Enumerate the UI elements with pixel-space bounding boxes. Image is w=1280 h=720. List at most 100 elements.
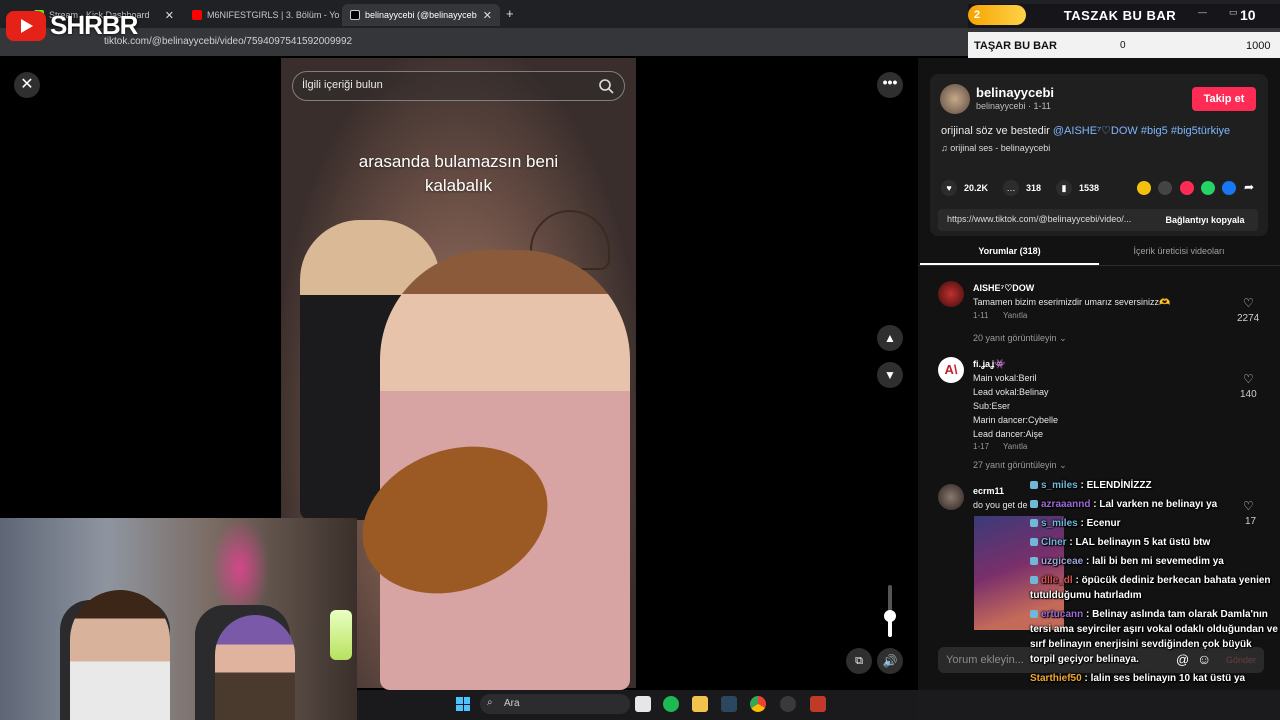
new-tab-button[interactable]: + bbox=[506, 6, 514, 21]
copy-link-button[interactable]: Bağlantıyı kopyala bbox=[1152, 209, 1258, 231]
next-video-button[interactable]: ▼ bbox=[877, 362, 903, 388]
picture-in-picture-icon[interactable]: ⧉ bbox=[846, 648, 872, 674]
comment-placeholder[interactable]: Yorum ekleyin... bbox=[946, 654, 1024, 666]
save-count: 1538 bbox=[1079, 183, 1100, 193]
whatsapp-icon[interactable] bbox=[1201, 181, 1215, 195]
chat-message: s_miles : ELENDİNİZZZ bbox=[1030, 478, 1278, 493]
scoreboard-max: 1000 bbox=[1246, 40, 1271, 52]
avatar[interactable] bbox=[940, 84, 970, 114]
mention-link[interactable]: @AISHE⁷♡DOW bbox=[1053, 125, 1138, 137]
send-icon[interactable] bbox=[1180, 181, 1194, 195]
comment-avatar[interactable] bbox=[938, 484, 964, 510]
post-description: orijinal söz ve bestedir @AISHE⁷♡DOW #bi… bbox=[941, 124, 1230, 137]
chat-badge-icon bbox=[1030, 557, 1038, 566]
sound-link[interactable]: ♫ orijinal ses - belinayycebi bbox=[941, 143, 1050, 153]
chrome-icon[interactable] bbox=[750, 696, 766, 712]
comment-like-count: 140 bbox=[1240, 389, 1257, 400]
chat-message: Starthief50 : lalin ses belinayın 10 kat… bbox=[1030, 671, 1278, 686]
webcam-streamer bbox=[70, 590, 170, 720]
comment-like-count: 2274 bbox=[1237, 313, 1260, 324]
chat-text: : Lal varken ne belinayı ya bbox=[1093, 499, 1218, 510]
hashtag-links[interactable]: #big5 #big5türkiye bbox=[1141, 125, 1230, 137]
view-replies-label: 20 yanıt görüntüleyin bbox=[973, 333, 1057, 343]
chat-badge-icon bbox=[1030, 519, 1038, 528]
chat-username: azraaannd bbox=[1041, 499, 1091, 510]
volume-icon[interactable]: 🔊 bbox=[877, 648, 903, 674]
tab-tiktok[interactable]: belinayycebi (@belinayyceb ✕ bbox=[342, 4, 500, 26]
chat-text: : Ecenur bbox=[1080, 518, 1121, 529]
related-search-placeholder[interactable]: İlgili içeriği bulun bbox=[302, 79, 383, 91]
video-caption: arasanda bulamazsın beni kalabalık bbox=[281, 150, 636, 198]
comment-avatar[interactable] bbox=[938, 281, 964, 307]
app-icon[interactable] bbox=[810, 696, 826, 712]
video-caption-line: arasanda bulamazsın beni bbox=[358, 152, 559, 171]
volume-slider-handle[interactable] bbox=[884, 610, 896, 622]
comment-text: Main vokal:Beril Lead vokal:Belinay Sub:… bbox=[973, 371, 1058, 441]
chat-message: azraaannd : Lal varken ne belinayı ya bbox=[1030, 497, 1278, 512]
more-options-button[interactable]: ••• bbox=[877, 72, 903, 98]
comment-date: 1-17 bbox=[973, 442, 990, 451]
chat-message: uzgiceae : lali bi ben mi sevemedim ya bbox=[1030, 554, 1278, 569]
comment-avatar[interactable]: A\ bbox=[938, 357, 964, 383]
chat-text: : ELENDİNİZZZ bbox=[1080, 480, 1152, 491]
previous-video-button[interactable]: ▲ bbox=[877, 325, 903, 351]
chat-badge-icon bbox=[1030, 481, 1038, 490]
comment-author[interactable]: ecrm11 bbox=[973, 486, 1004, 496]
follow-button[interactable]: Takip et bbox=[1192, 87, 1256, 111]
steam-icon[interactable] bbox=[721, 696, 737, 712]
search-icon: ⌕ bbox=[487, 697, 493, 708]
embed-icon[interactable] bbox=[1158, 181, 1172, 195]
tab-comments[interactable]: Yorumlar (318) bbox=[920, 246, 1099, 256]
minimize-icon[interactable]: — bbox=[1198, 7, 1207, 17]
coin-icon[interactable] bbox=[1137, 181, 1151, 195]
taskbar-search[interactable] bbox=[480, 694, 630, 714]
sound-label[interactable]: orijinal ses - belinayycebi bbox=[950, 143, 1050, 153]
taskbar-search-label[interactable]: Ara bbox=[504, 698, 520, 709]
close-button[interactable]: ✕ bbox=[14, 72, 40, 98]
comment-icon[interactable]: … bbox=[1003, 180, 1019, 196]
chat-username: s_miles bbox=[1041, 480, 1078, 491]
chevron-down-icon: ⌄ bbox=[1059, 333, 1067, 343]
spotify-icon[interactable] bbox=[663, 696, 679, 712]
comment-date: 1-11 bbox=[973, 311, 989, 320]
author-username[interactable]: belinayycebi bbox=[976, 85, 1054, 100]
bookmark-icon[interactable]: ▮ bbox=[1056, 180, 1072, 196]
chat-message: ertucann : Belinay aslında tam olarak Da… bbox=[1030, 607, 1278, 667]
chat-message: dlle_dl : öpücük dediniz berkecan bahata… bbox=[1030, 573, 1278, 603]
chat-username: ertucann bbox=[1041, 609, 1084, 620]
task-view-icon[interactable] bbox=[635, 696, 651, 712]
scoreboard-bottom-label: TAŞAR BU BAR bbox=[974, 40, 1057, 52]
webcam-streamer bbox=[215, 615, 295, 720]
chat-text: : lalin ses belinayın 10 kat üstü ya bbox=[1084, 673, 1246, 684]
tab-creator-videos[interactable]: İçerik üreticisi videoları bbox=[1099, 246, 1259, 256]
file-explorer-icon[interactable] bbox=[692, 696, 708, 712]
close-tab-icon[interactable]: ✕ bbox=[483, 9, 492, 22]
chat-username: dlle_dl bbox=[1041, 575, 1073, 586]
share-link-field[interactable]: https://www.tiktok.com/@belinayycebi/vid… bbox=[938, 209, 1158, 231]
reply-link[interactable]: Yanıtla bbox=[1003, 442, 1027, 451]
facebook-icon[interactable] bbox=[1222, 181, 1236, 195]
search-icon[interactable] bbox=[598, 78, 614, 94]
view-replies-link[interactable]: 20 yanıt görüntüleyin ⌄ bbox=[973, 333, 1067, 344]
comment-line: Main vokal:Beril bbox=[973, 373, 1037, 383]
tab-youtube-video[interactable]: M6NIFESTGIRLS | 3. Bölüm - Yo ✕ bbox=[184, 4, 340, 26]
comment-author[interactable]: AISHE⁷♡DOW bbox=[973, 283, 1034, 294]
comment-count: 318 bbox=[1026, 183, 1042, 193]
comment-author[interactable]: fi.ʝaʝ👾 bbox=[973, 359, 1005, 370]
share-arrow-icon[interactable]: ➦ bbox=[1244, 180, 1254, 194]
maximize-icon[interactable]: ▭ bbox=[1229, 7, 1238, 18]
comment-text: do you get de bbox=[973, 500, 1028, 510]
reply-link[interactable]: Yanıtla bbox=[1003, 311, 1027, 320]
comment-line: Lead dancer:Aişe bbox=[973, 429, 1044, 439]
chat-badge-icon bbox=[1030, 500, 1038, 509]
obs-icon[interactable] bbox=[780, 696, 796, 712]
comment-like-icon[interactable]: ♡ bbox=[1243, 372, 1254, 386]
windows-start-icon[interactable] bbox=[456, 697, 470, 711]
comment-like-icon[interactable]: ♡ bbox=[1243, 296, 1254, 310]
chat-text: : LAL belinayın 5 kat üstü btw bbox=[1069, 537, 1211, 548]
url-text[interactable]: tiktok.com/@belinayycebi/video/759409754… bbox=[104, 36, 352, 47]
close-tab-icon[interactable]: ✕ bbox=[165, 9, 174, 22]
view-replies-link[interactable]: 27 yanıt görüntüleyin ⌄ bbox=[973, 460, 1067, 471]
scoreboard-badge: 2 bbox=[968, 5, 1026, 25]
heart-icon[interactable]: ♥ bbox=[941, 180, 957, 196]
